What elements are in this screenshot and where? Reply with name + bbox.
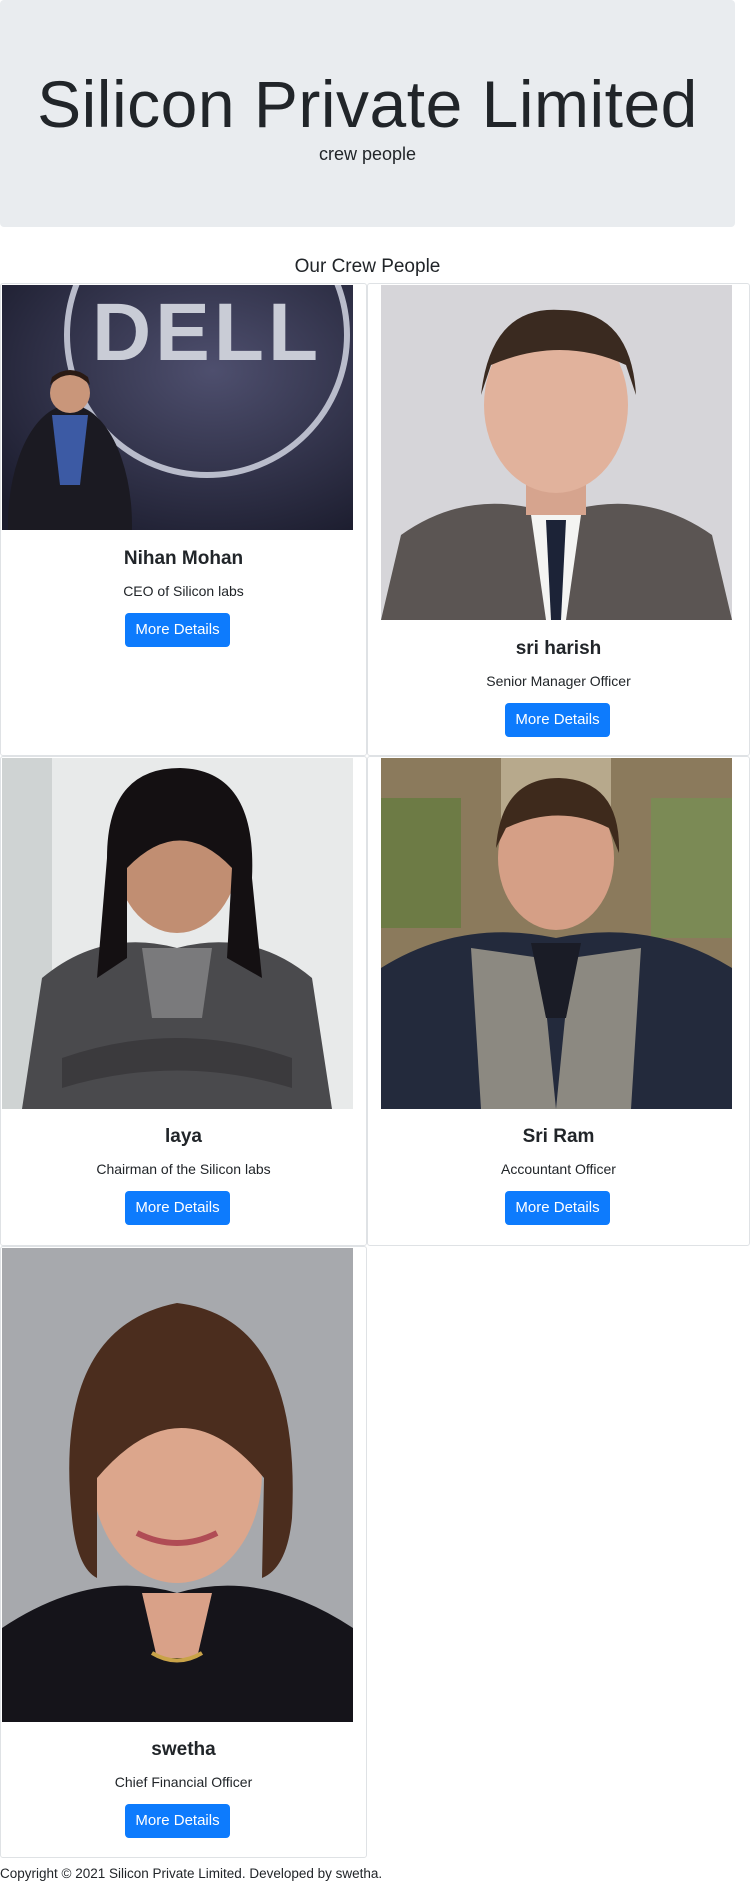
more-details-button[interactable]: More Details	[125, 613, 230, 647]
crew-role: Chairman of the Silicon labs	[96, 1161, 271, 1177]
more-details-button[interactable]: More Details	[125, 1804, 230, 1838]
crew-name: laya	[165, 1126, 202, 1147]
crew-photo	[381, 758, 732, 1109]
crew-name: swetha	[151, 1739, 216, 1760]
crew-card: sri harish Senior Manager Officer More D…	[367, 283, 750, 756]
crew-photo	[381, 285, 732, 620]
crew-card: swetha Chief Financial Officer More Deta…	[0, 1246, 367, 1858]
more-details-button[interactable]: More Details	[125, 1191, 230, 1225]
crew-name: Sri Ram	[522, 1126, 595, 1147]
crew-name: sri harish	[515, 638, 602, 659]
page-subtitle: crew people	[318, 144, 417, 164]
crew-photo: DELL	[2, 285, 353, 530]
crew-card: Sri Ram Accountant Officer More Details	[367, 756, 750, 1246]
crew-card: DELL Nihan Mohan CEO of Silicon labs Mor…	[0, 283, 367, 756]
crew-card: laya Chairman of the Silicon labs More D…	[0, 756, 367, 1246]
section-title: Our Crew People	[294, 256, 441, 277]
crew-role: Senior Manager Officer	[486, 673, 631, 689]
svg-text:DELL: DELL	[92, 287, 322, 378]
crew-role: Chief Financial Officer	[114, 1774, 253, 1790]
crew-name: Nihan Mohan	[123, 548, 244, 569]
page-title: Silicon Private Limited	[37, 67, 698, 141]
jumbotron: Silicon Private Limited crew people	[0, 0, 735, 227]
crew-role: CEO of Silicon labs	[123, 583, 244, 599]
more-details-button[interactable]: More Details	[505, 703, 610, 737]
crew-photo	[2, 1248, 353, 1722]
crew-photo	[2, 758, 353, 1109]
more-details-button[interactable]: More Details	[505, 1191, 610, 1225]
crew-role: Accountant Officer	[501, 1161, 616, 1177]
footer-copyright: Copyright © 2021 Silicon Private Limited…	[0, 1866, 383, 1881]
